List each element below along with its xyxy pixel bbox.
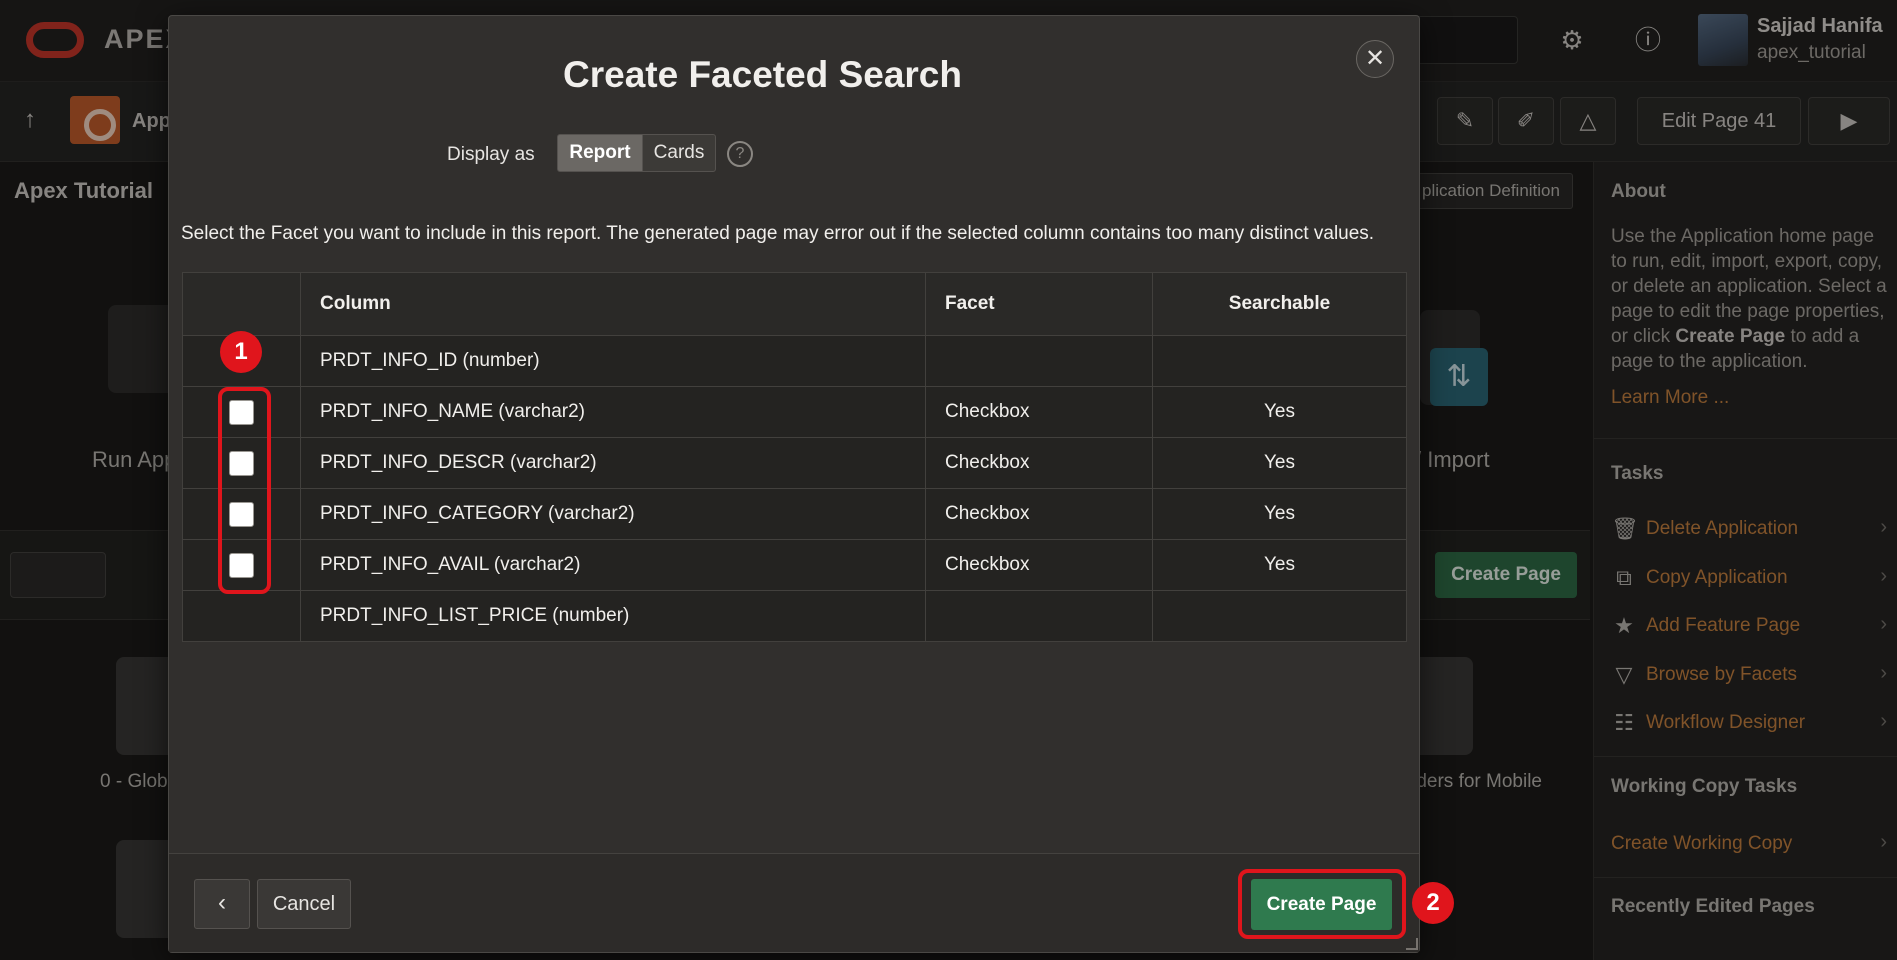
column-name: PRDT_INFO_ID (number) <box>300 335 926 387</box>
chevron-left-icon: ‹ <box>218 889 226 916</box>
resize-handle[interactable] <box>1406 938 1418 950</box>
back-button[interactable]: ‹ <box>194 879 250 929</box>
searchable-value: Yes <box>1152 437 1407 489</box>
facet-type: Checkbox <box>925 437 1153 489</box>
table-row: PRDT_INFO_LIST_PRICE (number) <box>182 590 1407 642</box>
dialog-title: Create Faceted Search <box>563 54 962 95</box>
select-cell <box>182 590 301 642</box>
annotation-badge-2: 2 <box>1412 882 1454 924</box>
facet-type: Checkbox <box>925 539 1153 591</box>
searchable-value <box>1152 590 1407 642</box>
column-name: PRDT_INFO_LIST_PRICE (number) <box>300 590 926 642</box>
select-column-header <box>182 272 301 336</box>
facets-table: Column Facet Searchable PRDT_INFO_ID (nu… <box>182 272 1407 642</box>
facet-header: Facet <box>925 272 1153 336</box>
column-name: PRDT_INFO_AVAIL (varchar2) <box>300 539 926 591</box>
facet-type: Checkbox <box>925 488 1153 540</box>
instruction-text: Select the Facet you want to include in … <box>181 223 1375 244</box>
annotation-highlight-create <box>1238 869 1406 939</box>
display-as-report-option[interactable]: Report <box>557 134 643 172</box>
table-row: PRDT_INFO_ID (number) <box>182 335 1407 387</box>
searchable-value <box>1152 335 1407 387</box>
annotation-highlight-checkboxes <box>218 387 271 594</box>
table-row: PRDT_INFO_CATEGORY (varchar2) Checkbox Y… <box>182 488 1407 540</box>
column-name: PRDT_INFO_CATEGORY (varchar2) <box>300 488 926 540</box>
searchable-value: Yes <box>1152 488 1407 540</box>
searchable-value: Yes <box>1152 386 1407 438</box>
display-as-label: Display as <box>447 144 535 165</box>
column-header: Column <box>300 272 926 336</box>
table-row: PRDT_INFO_AVAIL (varchar2) Checkbox Yes <box>182 539 1407 591</box>
searchable-header: Searchable <box>1152 272 1407 336</box>
column-name: PRDT_INFO_NAME (varchar2) <box>300 386 926 438</box>
searchable-value: Yes <box>1152 539 1407 591</box>
facet-type <box>925 590 1153 642</box>
help-icon[interactable]: ? <box>727 141 753 167</box>
column-name: PRDT_INFO_DESCR (varchar2) <box>300 437 926 489</box>
cancel-button[interactable]: Cancel <box>257 879 351 929</box>
table-row: PRDT_INFO_NAME (varchar2) Checkbox Yes <box>182 386 1407 438</box>
dialog-footer <box>169 853 1419 952</box>
facet-type: Checkbox <box>925 386 1153 438</box>
table-row: PRDT_INFO_DESCR (varchar2) Checkbox Yes <box>182 437 1407 489</box>
facet-type <box>925 335 1153 387</box>
display-as-cards-option[interactable]: Cards <box>642 134 716 172</box>
table-header-row: Column Facet Searchable <box>182 272 1407 336</box>
annotation-badge-1: 1 <box>220 331 262 373</box>
close-icon[interactable]: ✕ <box>1356 40 1394 78</box>
